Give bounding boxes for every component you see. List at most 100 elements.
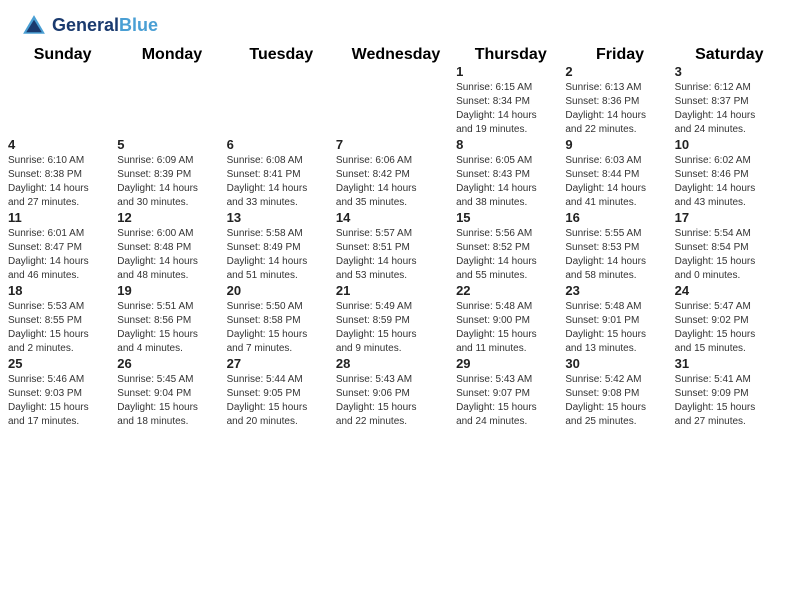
day-number: 4 — [8, 137, 117, 152]
calendar-cell: 9Sunrise: 6:03 AMSunset: 8:44 PMDaylight… — [565, 137, 674, 210]
week-row-2: 4 Sunrise: 6:10 AMSunset: 8:38 PMDaylight… — [8, 137, 784, 210]
calendar-table: SundayMondayTuesdayWednesdayThursdayFrid… — [8, 46, 784, 429]
calendar-cell — [8, 64, 117, 137]
day-info: Sunrise: 5:44 AMSunset: 9:05 PMDaylight:… — [227, 373, 336, 429]
day-info: Sunrise: 5:53 AMSunset: 8:55 PMDaylight:… — [8, 300, 117, 356]
day-info: Sunrise: 5:49 AMSunset: 8:59 PMDaylight:… — [336, 300, 456, 356]
day-number: 6 — [227, 137, 336, 152]
calendar-cell: 22Sunrise: 5:48 AMSunset: 9:00 PMDayligh… — [456, 283, 565, 356]
calendar-cell: 10 Sunrise: 6:02 AMSunset: 8:46 PMDayligh… — [675, 137, 784, 210]
calendar-cell: 21 Sunrise: 5:49 AMSunset: 8:59 PMDayligh… — [336, 283, 456, 356]
day-number: 27 — [227, 356, 336, 371]
calendar-cell: 28Sunrise: 5:43 AMSunset: 9:06 PMDayligh… — [336, 356, 456, 429]
day-info: Sunrise: 6:06 AMSunset: 8:42 PMDaylight:… — [336, 154, 456, 210]
day-number: 14 — [336, 210, 456, 225]
day-number: 23 — [565, 283, 674, 298]
calendar-cell: 15 Sunrise: 5:56 AMSunset: 8:52 PMDayligh… — [456, 210, 565, 283]
day-number: 31 — [675, 356, 784, 371]
day-info: Sunrise: 5:41 AMSunset: 9:09 PMDaylight:… — [675, 373, 784, 429]
calendar-cell: 18Sunrise: 5:53 AMSunset: 8:55 PMDayligh… — [8, 283, 117, 356]
day-number: 24 — [675, 283, 784, 298]
day-info: Sunrise: 5:54 AMSunset: 8:54 PMDaylight:… — [675, 227, 784, 283]
day-info: Sunrise: 5:42 AMSunset: 9:08 PMDaylight:… — [565, 373, 674, 429]
day-number: 17 — [675, 210, 784, 225]
calendar-cell: 20 Sunrise: 5:50 AMSunset: 8:58 PMDayligh… — [227, 283, 336, 356]
week-row-3: 11 Sunrise: 6:01 AMSunset: 8:47 PMDayligh… — [8, 210, 784, 283]
day-number: 7 — [336, 137, 456, 152]
calendar-cell: 27 Sunrise: 5:44 AMSunset: 9:05 PMDayligh… — [227, 356, 336, 429]
day-number: 3 — [675, 64, 784, 79]
weekday-header-saturday: Saturday — [675, 46, 784, 64]
calendar-cell: 30 Sunrise: 5:42 AMSunset: 9:08 PMDayligh… — [565, 356, 674, 429]
day-number: 21 — [336, 283, 456, 298]
calendar-cell: 26 Sunrise: 5:45 AMSunset: 9:04 PMDayligh… — [117, 356, 226, 429]
day-number: 29 — [456, 356, 565, 371]
day-info: Sunrise: 5:48 AMSunset: 9:00 PMDaylight:… — [456, 300, 565, 356]
day-info: Sunrise: 5:58 AMSunset: 8:49 PMDaylight:… — [227, 227, 336, 283]
day-number: 25 — [8, 356, 117, 371]
day-info: Sunrise: 6:02 AMSunset: 8:46 PMDaylight:… — [675, 154, 784, 210]
day-number: 10 — [675, 137, 784, 152]
day-info: Sunrise: 6:12 AMSunset: 8:37 PMDaylight:… — [675, 81, 784, 137]
day-number: 30 — [565, 356, 674, 371]
header: GeneralBlue — [0, 0, 792, 46]
day-number: 12 — [117, 210, 226, 225]
calendar-cell: 29 Sunrise: 5:43 AMSunset: 9:07 PMDayligh… — [456, 356, 565, 429]
day-info: Sunrise: 5:48 AMSunset: 9:01 PMDaylight:… — [565, 300, 674, 356]
calendar-cell — [336, 64, 456, 137]
week-row-4: 18Sunrise: 5:53 AMSunset: 8:55 PMDayligh… — [8, 283, 784, 356]
weekday-header-monday: Monday — [117, 46, 226, 64]
day-info: Sunrise: 6:03 AMSunset: 8:44 PMDaylight:… — [565, 154, 674, 210]
weekday-header-tuesday: Tuesday — [227, 46, 336, 64]
logo: GeneralBlue — [20, 12, 158, 40]
calendar-cell: 23 Sunrise: 5:48 AMSunset: 9:01 PMDayligh… — [565, 283, 674, 356]
day-number: 1 — [456, 64, 565, 79]
day-info: Sunrise: 5:55 AMSunset: 8:53 PMDaylight:… — [565, 227, 674, 283]
day-info: Sunrise: 5:43 AMSunset: 9:07 PMDaylight:… — [456, 373, 565, 429]
calendar-cell: 17 Sunrise: 5:54 AMSunset: 8:54 PMDayligh… — [675, 210, 784, 283]
calendar-cell: 19 Sunrise: 5:51 AMSunset: 8:56 PMDayligh… — [117, 283, 226, 356]
day-info: Sunrise: 5:47 AMSunset: 9:02 PMDaylight:… — [675, 300, 784, 356]
day-number: 8 — [456, 137, 565, 152]
calendar-cell: 7 Sunrise: 6:06 AMSunset: 8:42 PMDaylight… — [336, 137, 456, 210]
day-info: Sunrise: 5:45 AMSunset: 9:04 PMDaylight:… — [117, 373, 226, 429]
day-info: Sunrise: 6:05 AMSunset: 8:43 PMDaylight:… — [456, 154, 565, 210]
calendar-cell: 1 Sunrise: 6:15 AMSunset: 8:34 PMDaylight… — [456, 64, 565, 137]
logo-icon — [20, 12, 48, 40]
week-row-1: 1 Sunrise: 6:15 AMSunset: 8:34 PMDaylight… — [8, 64, 784, 137]
calendar-cell: 16 Sunrise: 5:55 AMSunset: 8:53 PMDayligh… — [565, 210, 674, 283]
calendar-cell: 11 Sunrise: 6:01 AMSunset: 8:47 PMDayligh… — [8, 210, 117, 283]
calendar-cell: 3 Sunrise: 6:12 AMSunset: 8:37 PMDaylight… — [675, 64, 784, 137]
day-number: 16 — [565, 210, 674, 225]
calendar-cell: 24 Sunrise: 5:47 AMSunset: 9:02 PMDayligh… — [675, 283, 784, 356]
day-number: 5 — [117, 137, 226, 152]
day-info: Sunrise: 5:46 AMSunset: 9:03 PMDaylight:… — [8, 373, 117, 429]
day-info: Sunrise: 5:50 AMSunset: 8:58 PMDaylight:… — [227, 300, 336, 356]
weekday-header-thursday: Thursday — [456, 46, 565, 64]
day-info: Sunrise: 6:15 AMSunset: 8:34 PMDaylight:… — [456, 81, 565, 137]
calendar-wrapper: SundayMondayTuesdayWednesdayThursdayFrid… — [0, 46, 792, 437]
day-info: Sunrise: 6:08 AMSunset: 8:41 PMDaylight:… — [227, 154, 336, 210]
weekday-header-friday: Friday — [565, 46, 674, 64]
day-number: 28 — [336, 356, 456, 371]
calendar-cell: 13Sunrise: 5:58 AMSunset: 8:49 PMDayligh… — [227, 210, 336, 283]
day-info: Sunrise: 6:13 AMSunset: 8:36 PMDaylight:… — [565, 81, 674, 137]
day-info: Sunrise: 6:09 AMSunset: 8:39 PMDaylight:… — [117, 154, 226, 210]
week-row-5: 25 Sunrise: 5:46 AMSunset: 9:03 PMDayligh… — [8, 356, 784, 429]
calendar-cell: 14 Sunrise: 5:57 AMSunset: 8:51 PMDayligh… — [336, 210, 456, 283]
day-number: 11 — [8, 210, 117, 225]
weekday-header-sunday: Sunday — [8, 46, 117, 64]
day-number: 26 — [117, 356, 226, 371]
calendar-cell: 4 Sunrise: 6:10 AMSunset: 8:38 PMDaylight… — [8, 137, 117, 210]
day-number: 20 — [227, 283, 336, 298]
day-number: 15 — [456, 210, 565, 225]
day-info: Sunrise: 6:01 AMSunset: 8:47 PMDaylight:… — [8, 227, 117, 283]
weekday-header-row: SundayMondayTuesdayWednesdayThursdayFrid… — [8, 46, 784, 64]
day-info: Sunrise: 6:10 AMSunset: 8:38 PMDaylight:… — [8, 154, 117, 210]
calendar-cell: 31 Sunrise: 5:41 AMSunset: 9:09 PMDayligh… — [675, 356, 784, 429]
day-info: Sunrise: 5:51 AMSunset: 8:56 PMDaylight:… — [117, 300, 226, 356]
day-number: 19 — [117, 283, 226, 298]
calendar-cell — [227, 64, 336, 137]
day-info: Sunrise: 5:56 AMSunset: 8:52 PMDaylight:… — [456, 227, 565, 283]
day-info: Sunrise: 5:57 AMSunset: 8:51 PMDaylight:… — [336, 227, 456, 283]
